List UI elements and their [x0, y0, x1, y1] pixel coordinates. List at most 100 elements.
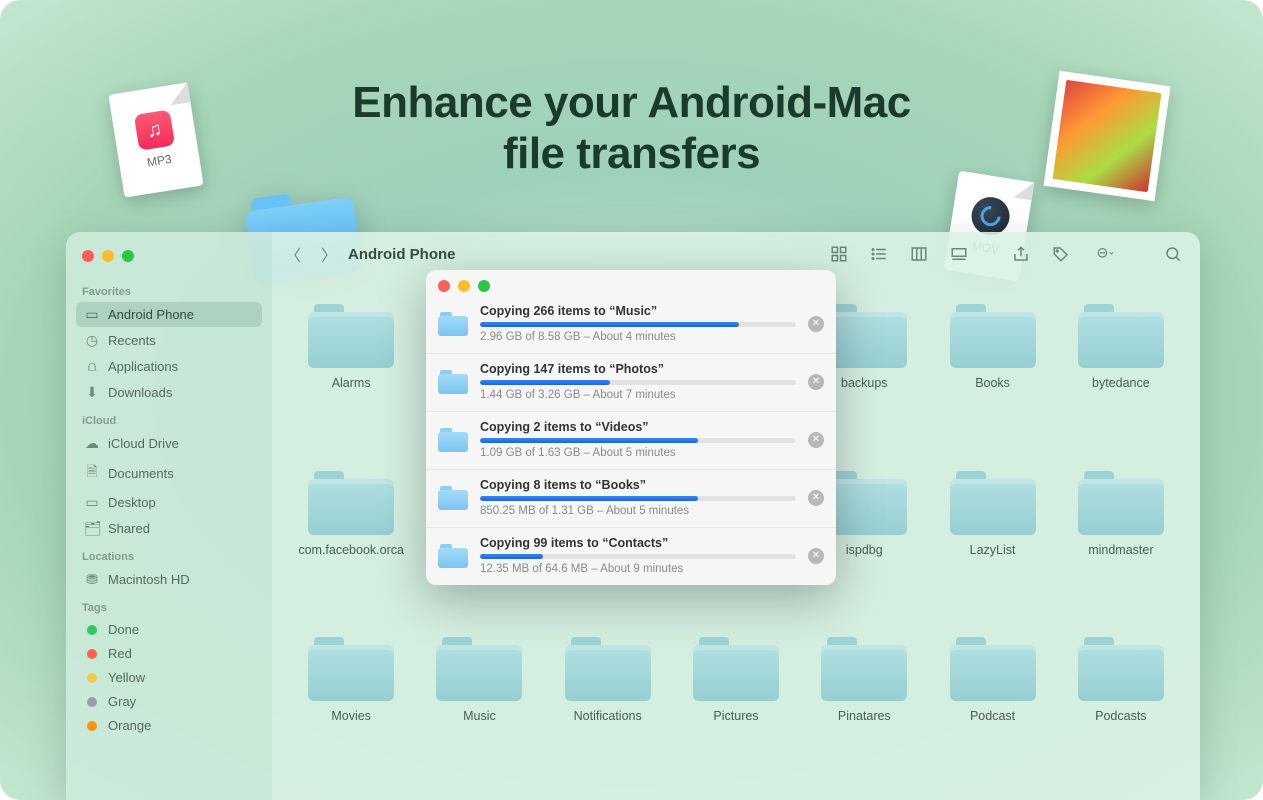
sidebar-item[interactable]: ⬇Downloads: [76, 380, 262, 405]
sidebar-item[interactable]: ▭Desktop: [76, 490, 262, 515]
copy-title: Copying 99 items to “Contacts”: [480, 536, 796, 550]
tag-dot-icon: [87, 697, 97, 707]
folder-icon: [1078, 302, 1164, 368]
share-button[interactable]: [1010, 245, 1032, 263]
folder-icon: [308, 635, 394, 701]
folder-item[interactable]: bytedance: [1064, 302, 1178, 441]
cancel-copy-button[interactable]: ✕: [808, 432, 824, 448]
copy-subtitle: 2.96 GB of 8.58 GB – About 4 minutes: [480, 331, 796, 343]
icon-view-button[interactable]: [828, 245, 850, 263]
sidebar-item[interactable]: ☁iCloud Drive: [76, 431, 262, 456]
close-button[interactable]: [82, 250, 94, 262]
sidebar-item-label: Gray: [108, 694, 136, 709]
folder-icon: [438, 312, 468, 336]
progress-bar: [480, 322, 796, 327]
folder-icon: [565, 635, 651, 701]
photo-thumbnail-icon: [1043, 71, 1170, 201]
sidebar-item[interactable]: ⛃Macintosh HD: [76, 567, 262, 592]
sidebar-item[interactable]: Yellow: [76, 666, 262, 689]
progress-bar: [480, 438, 796, 443]
folder-label: Pictures: [713, 709, 758, 723]
sidebar-item[interactable]: Done: [76, 618, 262, 641]
folder-item[interactable]: mindmaster: [1064, 469, 1178, 608]
sidebar-item-label: Documents: [108, 466, 174, 481]
folder-label: Books: [975, 376, 1010, 390]
sidebar-item-label: Yellow: [108, 670, 145, 685]
action-menu-button[interactable]: [1090, 245, 1122, 263]
copy-subtitle: 12.35 MB of 64.6 MB – About 9 minutes: [480, 563, 796, 575]
back-button[interactable]: 〈: [282, 242, 304, 266]
dialog-close-button[interactable]: [438, 280, 450, 292]
sidebar-item[interactable]: 🗂 Shared: [76, 516, 262, 541]
sidebar-item[interactable]: ▭Android Phone: [76, 302, 262, 327]
folder-item[interactable]: Alarms: [294, 302, 408, 441]
sidebar-item-label: iCloud Drive: [108, 436, 179, 451]
folder-item[interactable]: Music: [422, 635, 536, 774]
forward-button[interactable]: 〉: [318, 242, 340, 266]
folder-icon: [1078, 469, 1164, 535]
sidebar-item-label: Applications: [108, 359, 178, 374]
sidebar-section-title: Favorites: [82, 286, 256, 298]
folder-label: Music: [463, 709, 496, 723]
clock-icon: ◷: [84, 332, 100, 349]
cancel-copy-button[interactable]: ✕: [808, 316, 824, 332]
folder-item[interactable]: LazyList: [935, 469, 1049, 608]
tags-button[interactable]: [1050, 245, 1072, 263]
music-note-icon: ♫: [134, 110, 175, 151]
mp3-file-icon: ♫ MP3: [108, 82, 203, 197]
folder-icon: [308, 302, 394, 368]
sidebar-item[interactable]: Gray: [76, 690, 262, 713]
list-view-button[interactable]: [868, 245, 890, 263]
cancel-copy-button[interactable]: ✕: [808, 374, 824, 390]
search-button[interactable]: [1162, 245, 1184, 263]
zoom-button[interactable]: [122, 250, 134, 262]
copy-subtitle: 1.44 GB of 3.26 GB – About 7 minutes: [480, 389, 796, 401]
sidebar-item-label: Desktop: [108, 495, 156, 510]
doc-icon: 🗎: [84, 461, 100, 485]
copy-title: Copying 147 items to “Photos”: [480, 362, 796, 376]
gallery-view-button[interactable]: [948, 245, 970, 263]
folder-item[interactable]: com.facebook.orca: [294, 469, 408, 608]
dialog-zoom-button[interactable]: [478, 280, 490, 292]
copy-progress-dialog: Copying 266 items to “Music”2.96 GB of 8…: [426, 270, 836, 585]
sidebar-item[interactable]: 🗎 Documents: [76, 457, 262, 489]
sidebar-item[interactable]: ⩍ Applications: [76, 354, 262, 379]
folder-label: LazyList: [970, 543, 1016, 557]
folder-item[interactable]: Books: [935, 302, 1049, 441]
copy-progress-row: Copying 147 items to “Photos” 1.44 GB of …: [426, 354, 836, 412]
minimize-button[interactable]: [102, 250, 114, 262]
sidebar-item-label: Downloads: [108, 385, 172, 400]
copy-progress-row: Copying 99 items to “Contacts” 12.35 MB o…: [426, 528, 836, 585]
folder-item[interactable]: Movies: [294, 635, 408, 774]
copy-progress-row: Copying 266 items to “Music”2.96 GB of 8…: [426, 296, 836, 354]
folder-icon: [438, 370, 468, 394]
sidebar-item[interactable]: Orange: [76, 714, 262, 737]
dialog-minimize-button[interactable]: [458, 280, 470, 292]
sidebar-item[interactable]: Red: [76, 642, 262, 665]
column-view-button[interactable]: [908, 245, 930, 263]
cancel-copy-button[interactable]: ✕: [808, 548, 824, 564]
tag-dot-icon: [87, 649, 97, 659]
copy-subtitle: 850.25 MB of 1.31 GB – About 5 minutes: [480, 505, 796, 517]
sidebar-item[interactable]: ◷Recents: [76, 328, 262, 353]
folder-item[interactable]: Pinatares: [807, 635, 921, 774]
folder-label: Notifications: [574, 709, 642, 723]
apps-icon: ⩍: [84, 358, 100, 375]
disk-icon: ⛃: [84, 571, 100, 588]
folder-item[interactable]: Podcasts: [1064, 635, 1178, 774]
tag-dot-icon: [87, 625, 97, 635]
folder-label: Podcast: [970, 709, 1015, 723]
folder-icon: [438, 486, 468, 510]
progress-bar: [480, 380, 796, 385]
copy-progress-row: Copying 2 items to “Videos”1.09 GB of 1.…: [426, 412, 836, 470]
folder-item[interactable]: Podcast: [935, 635, 1049, 774]
folder-item[interactable]: Notifications: [551, 635, 665, 774]
folder-item[interactable]: Pictures: [679, 635, 793, 774]
sidebar-item-label: Shared: [108, 521, 150, 536]
folder-icon: [950, 469, 1036, 535]
folder-icon: [438, 428, 468, 452]
share-icon: 🗂: [84, 520, 100, 537]
phone-icon: ▭: [84, 306, 100, 323]
cancel-copy-button[interactable]: ✕: [808, 490, 824, 506]
folder-icon: [436, 635, 522, 701]
